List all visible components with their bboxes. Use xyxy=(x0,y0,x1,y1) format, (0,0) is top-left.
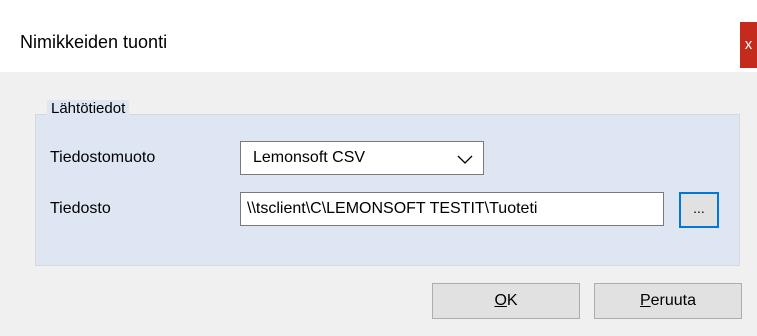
groupbox-title: Lähtötiedot xyxy=(47,100,130,117)
import-dialog: Nimikkeiden tuonti x Lähtötiedot Tiedost… xyxy=(0,0,757,336)
file-format-label: Tiedostomuoto xyxy=(50,149,156,166)
browse-button[interactable]: ... xyxy=(679,192,719,228)
cancel-button[interactable]: Peruuta xyxy=(594,283,742,319)
dialog-title: Nimikkeiden tuonti xyxy=(20,32,168,52)
ok-label-rest: K xyxy=(506,292,518,309)
close-icon: x xyxy=(744,36,753,53)
title-bar[interactable]: Nimikkeiden tuonti x xyxy=(0,0,757,72)
file-format-value: Lemonsoft CSV xyxy=(253,149,366,166)
source-groupbox xyxy=(35,114,740,266)
close-button[interactable]: x xyxy=(740,22,757,68)
file-label: Tiedosto xyxy=(50,200,111,217)
cancel-label-rest: eruuta xyxy=(650,292,697,309)
chevron-down-icon xyxy=(457,155,473,164)
file-format-dropdown[interactable]: Lemonsoft CSV xyxy=(240,141,484,175)
ok-button[interactable]: OK xyxy=(432,283,580,319)
file-path-input[interactable] xyxy=(240,192,664,226)
ok-mnemonic: O xyxy=(494,292,507,309)
cancel-mnemonic: P xyxy=(639,292,651,309)
